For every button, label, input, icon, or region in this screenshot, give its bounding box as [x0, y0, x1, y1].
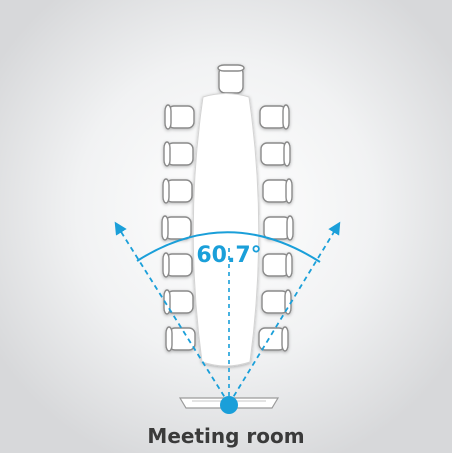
chair-seat [165, 253, 193, 277]
chair-right-5 [262, 252, 293, 278]
chair-back [286, 215, 294, 241]
meeting-room-diagram: 60.7° Meeting room [0, 0, 452, 453]
room-label: Meeting room [147, 424, 304, 448]
chair-seat [261, 290, 289, 314]
chair-seat [263, 216, 291, 240]
chair-back [162, 178, 170, 204]
chair-left-2 [163, 141, 194, 167]
fov-angle-label: 60.7° [196, 243, 261, 268]
chair-left-7 [165, 326, 196, 352]
chair-back [285, 252, 293, 278]
chair-seat [260, 142, 288, 166]
chair-seat [168, 327, 196, 351]
chair-head [217, 64, 245, 94]
chair-seat [164, 216, 192, 240]
chair-seat [259, 105, 287, 129]
chair-seat [262, 253, 290, 277]
chair-right-2 [260, 141, 291, 167]
meeting-room-illustration: 60.7° Meeting room [0, 0, 452, 453]
chair-left-6 [163, 289, 194, 315]
chair-back [282, 104, 290, 130]
conference-table [192, 93, 260, 367]
chair-back [285, 178, 293, 204]
chair-right-1 [259, 104, 290, 130]
chair-back [163, 141, 171, 167]
chair-seat [167, 105, 195, 129]
chair-seat [165, 179, 193, 203]
chair-left-5 [162, 252, 193, 278]
chair-seat [262, 179, 290, 203]
chair-back [162, 252, 170, 278]
chair-back [217, 64, 245, 72]
chair-back [283, 141, 291, 167]
chair-right-4 [263, 215, 294, 241]
chair-left-3 [162, 178, 193, 204]
chair-seat [166, 142, 194, 166]
chair-right-3 [262, 178, 293, 204]
chair-seat [258, 327, 286, 351]
chair-back [161, 215, 169, 241]
chair-back [165, 326, 173, 352]
chair-left-1 [164, 104, 195, 130]
chair-back [164, 104, 172, 130]
camera-dot-icon [220, 396, 238, 414]
chair-left-4 [161, 215, 192, 241]
chair-back [281, 326, 289, 352]
